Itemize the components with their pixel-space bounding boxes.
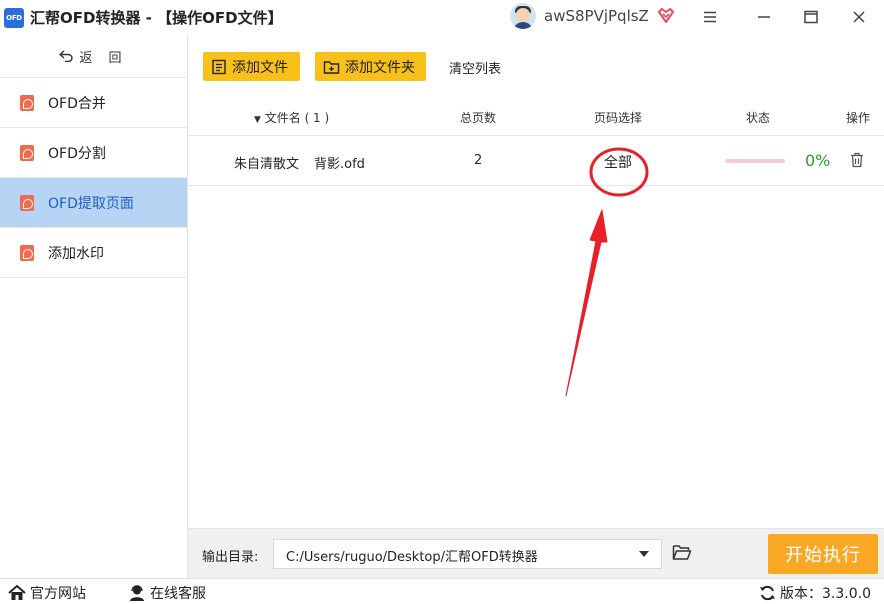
home-icon <box>8 585 26 600</box>
back-arrow-icon <box>59 50 74 62</box>
sidebar-item-ofd-split[interactable]: OFD分割 <box>0 128 187 178</box>
sidebar: 返 回 OFD合并 OFD分割 OFD提取页面 添加水印 <box>0 35 188 578</box>
ofd-file-icon <box>20 194 34 211</box>
sidebar-item-ofd-merge[interactable]: OFD合并 <box>0 78 187 128</box>
file-table-header: ▼ 文件名 ( 1 ) 总页数 页码选择 状态 操作 <box>188 95 884 136</box>
progress-bar <box>725 159 785 163</box>
add-folder-label: 添加文件夹 <box>345 59 415 76</box>
minimize-icon[interactable] <box>751 5 777 29</box>
website-label: 官方网站 <box>30 586 86 602</box>
online-support-link[interactable]: 在线客服 <box>128 583 206 603</box>
start-button[interactable]: 开始执行 <box>768 534 878 574</box>
page-select-field[interactable]: 全部 <box>604 152 632 172</box>
back-label: 返 回 <box>79 50 128 66</box>
window-title: 汇帮OFD转换器 - 【操作OFD文件】 <box>30 9 283 27</box>
output-dir-select[interactable]: C:/Users/ruguo/Desktop/汇帮OFD转换器 <box>273 539 662 569</box>
sidebar-item-label: OFD分割 <box>48 145 106 162</box>
vip-heart-icon[interactable] <box>657 7 675 25</box>
add-file-label: 添加文件 <box>232 59 288 76</box>
sort-caret-icon: ▼ <box>254 115 261 125</box>
column-header-filename[interactable]: ▼ 文件名 ( 1 ) <box>254 109 329 126</box>
output-dir-value: C:/Users/ruguo/Desktop/汇帮OFD转换器 <box>286 550 538 565</box>
support-agent-icon <box>130 585 144 601</box>
title-bar: OFD 汇帮OFD转换器 - 【操作OFD文件】 awS8PVjPqlsZ <box>0 0 884 35</box>
sidebar-item-label: 添加水印 <box>48 245 104 262</box>
back-button[interactable]: 返 回 <box>0 35 187 78</box>
user-area[interactable]: awS8PVjPqlsZ <box>510 3 675 29</box>
column-header-status: 状态 <box>746 111 771 125</box>
table-row[interactable]: 朱自清散文 背影.ofd 2 全部 0% <box>188 136 884 186</box>
version-info[interactable]: 版本：3.3.0.0 <box>759 583 871 603</box>
sidebar-item-add-watermark[interactable]: 添加水印 <box>0 228 187 278</box>
official-website-link[interactable]: 官方网站 <box>8 583 86 603</box>
ofd-file-icon <box>20 144 34 161</box>
output-dir-label: 输出目录: <box>202 550 259 565</box>
toolbar: 添加文件 添加文件夹 清空列表 <box>188 35 884 95</box>
menu-icon[interactable] <box>697 5 723 29</box>
status-bar: 官方网站 在线客服 版本：3.3.0.0 <box>0 578 884 604</box>
open-folder-icon[interactable] <box>672 544 692 561</box>
clear-list-button[interactable]: 清空列表 <box>449 58 501 77</box>
app-window: OFD 汇帮OFD转换器 - 【操作OFD文件】 awS8PVjPqlsZ 返 … <box>0 0 884 604</box>
add-folder-button[interactable]: 添加文件夹 <box>315 52 426 81</box>
filename-part1: 朱自清散文 <box>234 157 300 172</box>
add-file-button[interactable]: 添加文件 <box>203 52 300 81</box>
filename-part2: 背影.ofd <box>314 157 365 172</box>
trash-icon[interactable] <box>850 152 864 168</box>
progress-percent: 0% <box>805 151 831 170</box>
add-folder-icon <box>323 60 340 74</box>
annotation-arrow <box>565 209 608 397</box>
column-header-page-select: 页码选择 <box>594 111 643 125</box>
app-logo-icon: OFD <box>4 7 24 28</box>
maximize-icon[interactable] <box>798 5 824 29</box>
version-label: 版本：3.3.0.0 <box>780 586 871 602</box>
sidebar-item-label: OFD提取页面 <box>48 195 134 212</box>
ofd-file-icon <box>20 244 34 261</box>
avatar[interactable] <box>510 3 536 29</box>
column-header-total-pages: 总页数 <box>460 111 497 125</box>
username[interactable]: awS8PVjPqlsZ <box>544 7 649 25</box>
sidebar-item-ofd-extract-pages[interactable]: OFD提取页面 <box>0 178 187 228</box>
support-label: 在线客服 <box>150 586 206 602</box>
column-header-action: 操作 <box>846 111 871 125</box>
refresh-icon <box>760 585 775 601</box>
sidebar-item-label: OFD合并 <box>48 95 106 112</box>
total-pages-value: 2 <box>474 153 483 168</box>
close-icon[interactable] <box>846 5 872 29</box>
output-bar: 输出目录: C:/Users/ruguo/Desktop/汇帮OFD转换器 开始… <box>188 528 884 578</box>
ofd-file-icon <box>20 94 34 111</box>
chevron-down-icon <box>639 551 649 557</box>
add-file-icon <box>212 59 226 74</box>
